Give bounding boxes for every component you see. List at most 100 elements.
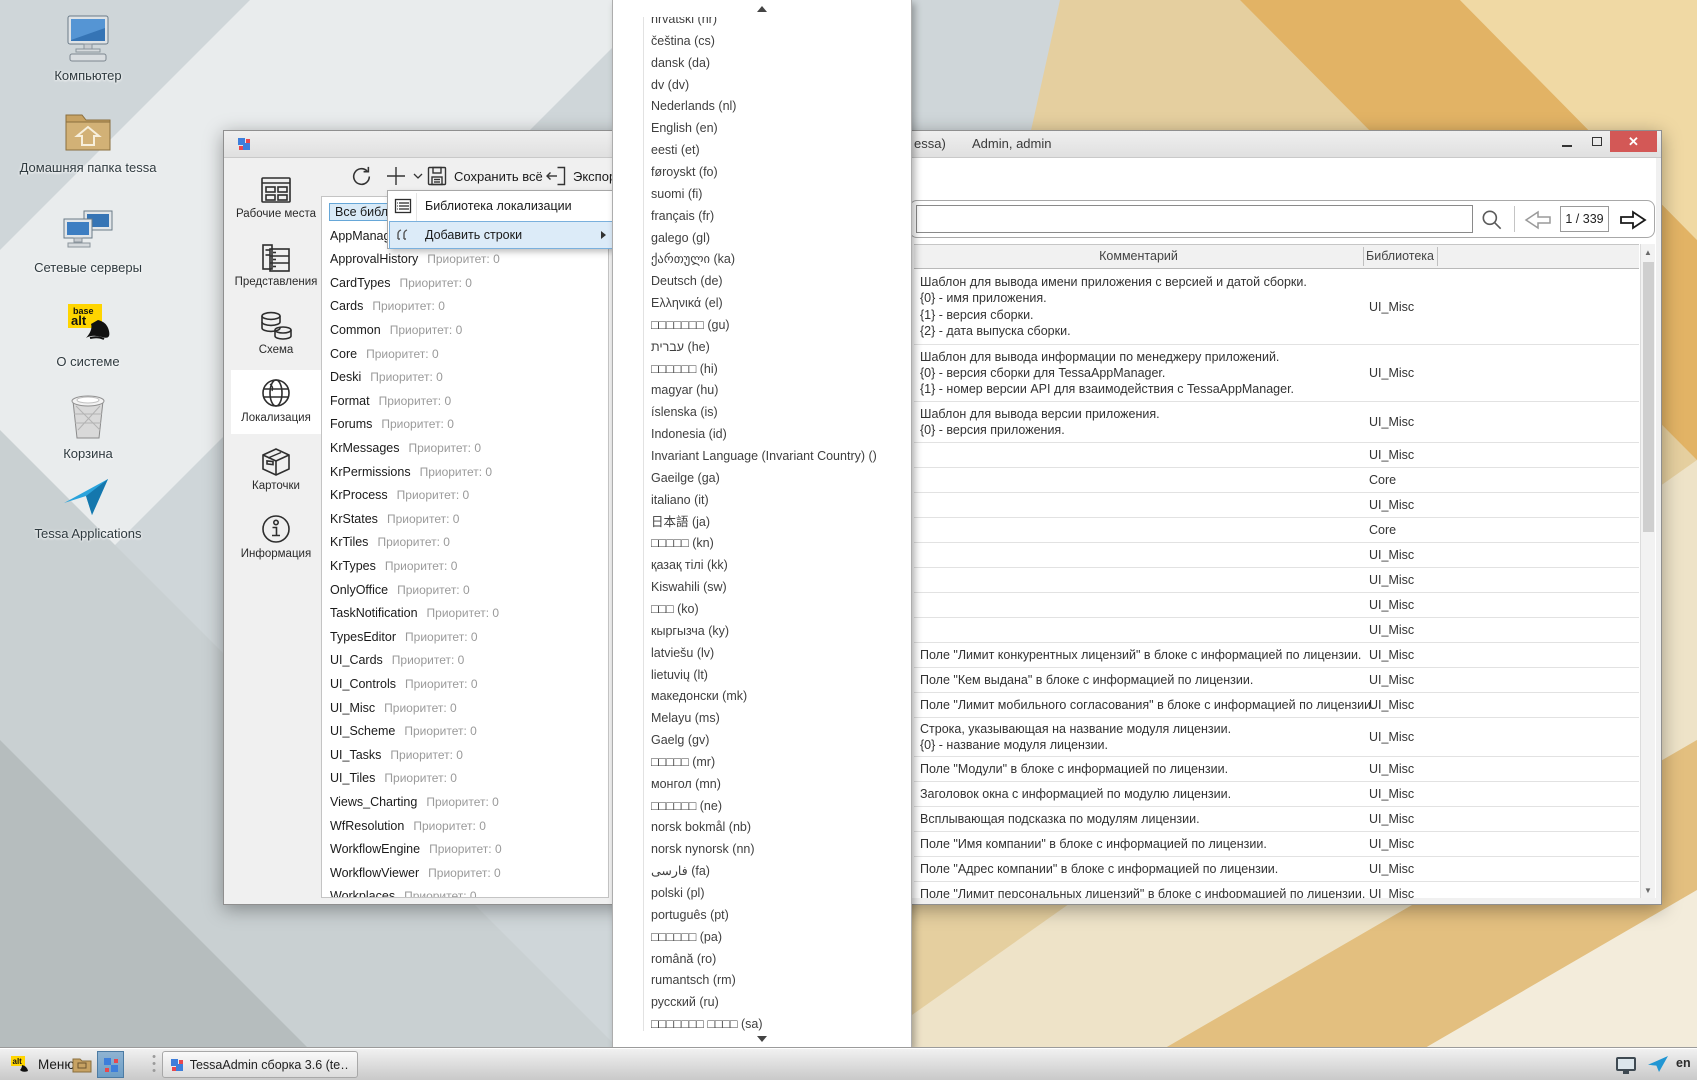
minimize-button[interactable] [1554, 131, 1580, 152]
library-item[interactable]: CardsПриоритет: 0 [330, 295, 606, 318]
table-row[interactable]: UI_Misc [914, 568, 1639, 593]
library-item[interactable]: ApprovalHistoryПриоритет: 0 [330, 248, 606, 271]
language-item[interactable]: □□□ (ko) [651, 598, 907, 620]
tessa-launcher-button[interactable] [97, 1051, 124, 1078]
sidebar-item-карточки[interactable]: Карточки [231, 438, 321, 502]
next-page-button[interactable] [1618, 209, 1648, 231]
language-item[interactable]: latviešu (lv) [651, 642, 907, 664]
language-item[interactable]: magyar (hu) [651, 379, 907, 401]
add-button[interactable] [384, 164, 423, 188]
library-item[interactable]: KrPermissionsПриоритет: 0 [330, 461, 606, 484]
scroll-up-icon[interactable]: ▲ [1641, 245, 1655, 259]
library-item[interactable]: UI_TilesПриоритет: 0 [330, 767, 606, 790]
menu-scroll-down[interactable] [614, 1031, 910, 1047]
table-row[interactable]: Шаблон для вывода версии приложения.{0} … [914, 402, 1639, 443]
language-item[interactable]: galego (gl) [651, 227, 907, 249]
sidebar-item-информация[interactable]: Информация [231, 506, 321, 570]
library-item[interactable]: UI_SchemeПриоритет: 0 [330, 720, 606, 743]
desktop-icon-4[interactable]: basealtО системе [13, 296, 163, 370]
library-item[interactable]: WorkflowViewerПриоритет: 0 [330, 862, 606, 885]
column-divider[interactable] [1437, 247, 1438, 266]
language-item[interactable]: Indonesia (id) [651, 423, 907, 445]
language-item[interactable]: čeština (cs) [651, 30, 907, 52]
language-item[interactable]: □□□□□□ (ne) [651, 795, 907, 817]
language-item[interactable]: Deutsch (de) [651, 270, 907, 292]
desktop-icon-5[interactable]: Корзина [13, 388, 163, 462]
titlebar[interactable]: essa) Admin, admin ✕ [224, 131, 1661, 158]
language-item[interactable]: עברית (he) [651, 336, 907, 358]
library-item[interactable]: UI_CardsПриоритет: 0 [330, 649, 606, 672]
sidebar-item-рабочие места[interactable]: Рабочие места [231, 166, 321, 230]
table-row[interactable]: UI_Misc [914, 543, 1639, 568]
library-item[interactable]: KrProcessПриоритет: 0 [330, 484, 606, 507]
save-all-button[interactable]: Сохранить всё [425, 164, 543, 188]
language-item[interactable]: Invariant Language (Invariant Country) (… [651, 445, 907, 467]
library-item[interactable]: FormatПриоритет: 0 [330, 390, 606, 413]
language-item[interactable]: lietuvių (lt) [651, 664, 907, 686]
desktop-icon-3[interactable]: Сетевые серверы [13, 202, 163, 276]
sidebar-item-локализация[interactable]: Локализация [231, 370, 321, 434]
library-item[interactable]: KrStatesПриоритет: 0 [330, 508, 606, 531]
table-row[interactable]: UI_Misc [914, 593, 1639, 618]
page-indicator[interactable]: 1 / 339 [1560, 206, 1609, 232]
language-item[interactable]: русский (ru) [651, 991, 907, 1013]
scroll-down-icon[interactable]: ▼ [1641, 883, 1655, 897]
tessa-tray-icon[interactable] [1648, 1056, 1668, 1072]
language-item[interactable]: монгол (mn) [651, 773, 907, 795]
refresh-button[interactable] [349, 164, 374, 189]
language-item[interactable]: italiano (it) [651, 489, 907, 511]
menu-item-1[interactable]: Библиотека локализации [389, 192, 613, 220]
taskbar-handle[interactable]: ••• [150, 1054, 158, 1075]
library-item[interactable]: KrTypesПриоритет: 0 [330, 555, 606, 578]
language-item[interactable]: Nederlands (nl) [651, 95, 907, 117]
language-item[interactable]: Melayu (ms) [651, 707, 907, 729]
language-item[interactable]: □□□□□ (kn) [651, 532, 907, 554]
taskbar-task-tessaadmin[interactable]: TessaAdmin сборка 3.6 (te… [162, 1051, 358, 1078]
table-row[interactable]: Поле "Имя компании" в блоке с информацие… [914, 832, 1639, 857]
library-item[interactable]: Views_ChartingПриоритет: 0 [330, 791, 606, 814]
menu-item-2[interactable]: Добавить строки [389, 221, 613, 249]
sidebar-item-схема[interactable]: Схема [231, 302, 321, 366]
library-item[interactable]: CommonПриоритет: 0 [330, 319, 606, 342]
language-item[interactable]: íslenska (is) [651, 401, 907, 423]
export-button[interactable]: Экспорт [544, 164, 622, 188]
library-item[interactable]: OnlyOfficeПриоритет: 0 [330, 579, 606, 602]
language-item[interactable]: English (en) [651, 117, 907, 139]
maximize-button[interactable] [1584, 131, 1610, 152]
language-item[interactable]: қазақ тілі (kk) [651, 554, 907, 576]
menu-scroll-up[interactable] [614, 0, 910, 17]
table-row[interactable]: Core [914, 518, 1639, 543]
table-row[interactable]: UI_Misc [914, 618, 1639, 643]
language-item[interactable]: ქართული (ka) [651, 248, 907, 270]
sidebar-item-представления[interactable]: Представления [231, 234, 321, 298]
library-item[interactable]: KrTilesПриоритет: 0 [330, 531, 606, 554]
table-row[interactable]: UI_Misc [914, 443, 1639, 468]
language-item[interactable]: norsk nynorsk (nn) [651, 838, 907, 860]
close-button[interactable]: ✕ [1610, 131, 1657, 152]
library-item[interactable]: UI_ControlsПриоритет: 0 [330, 673, 606, 696]
search-input[interactable] [916, 205, 1473, 233]
language-item[interactable]: 日本語 (ja) [651, 511, 907, 533]
library-item[interactable]: ForumsПриоритет: 0 [330, 413, 606, 436]
language-item[interactable]: føroyskt (fo) [651, 161, 907, 183]
library-item[interactable]: CoreПриоритет: 0 [330, 343, 606, 366]
language-item[interactable]: rumantsch (rm) [651, 969, 907, 991]
language-item[interactable]: română (ro) [651, 948, 907, 970]
language-item[interactable]: eesti (et) [651, 139, 907, 161]
language-item[interactable]: □□□□□□ (pa) [651, 926, 907, 948]
keyboard-layout-indicator[interactable]: en [1676, 1056, 1691, 1070]
table-row[interactable]: Поле "Кем выдана" в блоке с информацией … [914, 668, 1639, 693]
language-item[interactable]: Gaeilge (ga) [651, 467, 907, 489]
table-scrollbar[interactable]: ▲ ▼ [1640, 244, 1655, 898]
library-item[interactable]: TypesEditorПриоритет: 0 [330, 626, 606, 649]
language-item[interactable]: dansk (da) [651, 52, 907, 74]
language-item[interactable]: français (fr) [651, 205, 907, 227]
language-item[interactable]: suomi (fi) [651, 183, 907, 205]
table-row[interactable]: Всплывающая подсказка по модулям лицензи… [914, 807, 1639, 832]
library-item[interactable]: KrMessagesПриоритет: 0 [330, 437, 606, 460]
language-item[interactable]: dv (dv) [651, 74, 907, 96]
table-row[interactable]: UI_Misc [914, 493, 1639, 518]
language-item[interactable]: Ελληνικά (el) [651, 292, 907, 314]
table-header[interactable]: Комментарий Библиотека [914, 244, 1639, 269]
library-item[interactable]: TaskNotificationПриоритет: 0 [330, 602, 606, 625]
